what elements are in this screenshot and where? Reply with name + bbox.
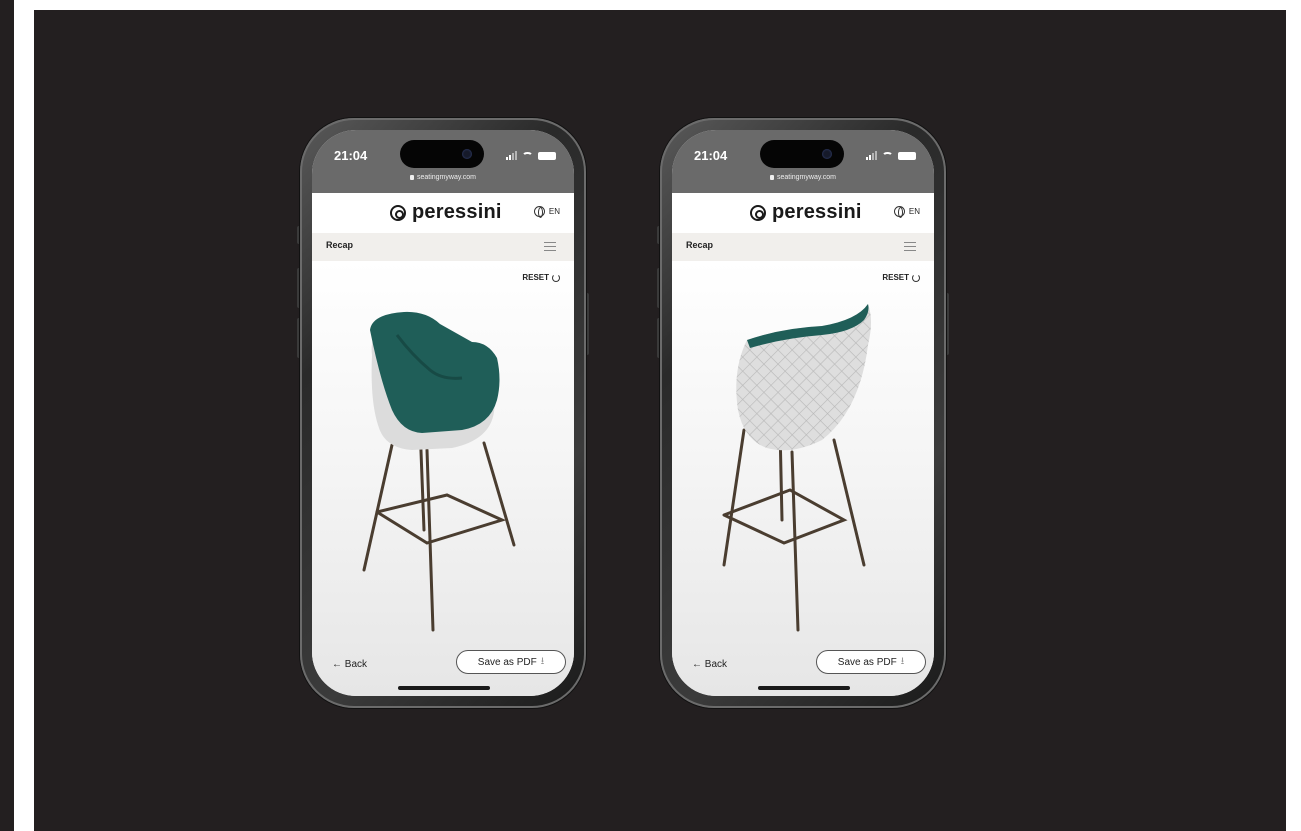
site-header: peressini EN <box>312 193 574 233</box>
wifi-icon <box>882 151 893 160</box>
battery-icon <box>898 151 916 160</box>
home-indicator[interactable] <box>398 686 490 690</box>
phone-screen: 21:04 seatingmyway.com peressini EN Reca… <box>672 130 934 696</box>
status-icons <box>506 151 556 160</box>
chair-model-front[interactable] <box>312 300 574 640</box>
address-bar[interactable]: seatingmyway.com <box>312 174 574 181</box>
chair-model-back[interactable] <box>672 300 934 640</box>
brand-name: peressini <box>772 201 862 223</box>
signal-icon <box>866 151 877 160</box>
download-icon: ⭳ <box>900 655 905 667</box>
recap-title: Recap <box>326 240 354 250</box>
save-as-pdf-label: Save as PDF <box>477 656 537 668</box>
reset-label: RESET <box>522 273 549 282</box>
battery-icon <box>538 151 556 160</box>
save-as-pdf-button[interactable]: Save as PDF ⭳ <box>456 650 566 674</box>
camera-icon <box>462 149 472 159</box>
language-selector[interactable]: EN <box>893 206 920 218</box>
signal-icon <box>506 151 517 160</box>
language-selector[interactable]: EN <box>533 206 560 218</box>
recap-title: Recap <box>686 240 714 250</box>
peressini-logo-icon <box>750 204 766 221</box>
site-header: peressini EN <box>672 193 934 233</box>
reset-button[interactable]: RESET <box>882 273 920 282</box>
phone-mockup-back-view: 21:04 seatingmyway.com peressini EN Reca… <box>657 118 949 708</box>
url-text: seatingmyway.com <box>416 174 476 181</box>
recap-bar: Recap <box>312 233 574 261</box>
globe-icon <box>893 206 905 218</box>
back-link[interactable]: ← Back <box>332 659 367 670</box>
status-time: 21:04 <box>334 148 368 163</box>
back-link[interactable]: ← Back <box>692 659 727 670</box>
lock-icon <box>409 174 414 180</box>
peressini-logo-icon <box>390 204 406 221</box>
save-as-pdf-button[interactable]: Save as PDF ⭳ <box>816 650 926 674</box>
reset-icon <box>552 273 560 282</box>
brand-name: peressini <box>412 201 502 223</box>
sliders-icon[interactable] <box>544 242 556 252</box>
chair-legs <box>362 423 516 632</box>
download-icon: ⭳ <box>540 655 545 667</box>
lock-icon <box>769 174 774 180</box>
recap-bar: Recap <box>672 233 934 261</box>
status-bar: 21:04 seatingmyway.com <box>312 130 574 193</box>
address-bar[interactable]: seatingmyway.com <box>672 174 934 181</box>
reset-label: RESET <box>882 273 909 282</box>
chair-legs <box>722 426 866 632</box>
phone-screen: 21:04 seatingmyway.com peressini EN Reca… <box>312 130 574 696</box>
sliders-icon[interactable] <box>904 242 916 252</box>
globe-icon <box>533 206 545 218</box>
brand-logo[interactable]: peressini <box>390 201 502 224</box>
wifi-icon <box>522 151 533 160</box>
phone-mockup-front-view: 21:04 seatingmyway.com peressini EN Reca… <box>297 118 589 708</box>
brand-logo[interactable]: peressini <box>750 201 862 224</box>
url-text: seatingmyway.com <box>776 174 836 181</box>
reset-button[interactable]: RESET <box>522 273 560 282</box>
camera-icon <box>822 149 832 159</box>
language-code: EN <box>908 207 920 216</box>
status-time: 21:04 <box>694 148 728 163</box>
language-code: EN <box>548 207 560 216</box>
left-edge-bar <box>0 0 14 831</box>
status-icons <box>866 151 916 160</box>
home-indicator[interactable] <box>758 686 850 690</box>
dynamic-island <box>760 140 844 168</box>
status-bar: 21:04 seatingmyway.com <box>672 130 934 193</box>
dynamic-island <box>400 140 484 168</box>
save-as-pdf-label: Save as PDF <box>837 656 897 668</box>
reset-icon <box>912 273 920 282</box>
